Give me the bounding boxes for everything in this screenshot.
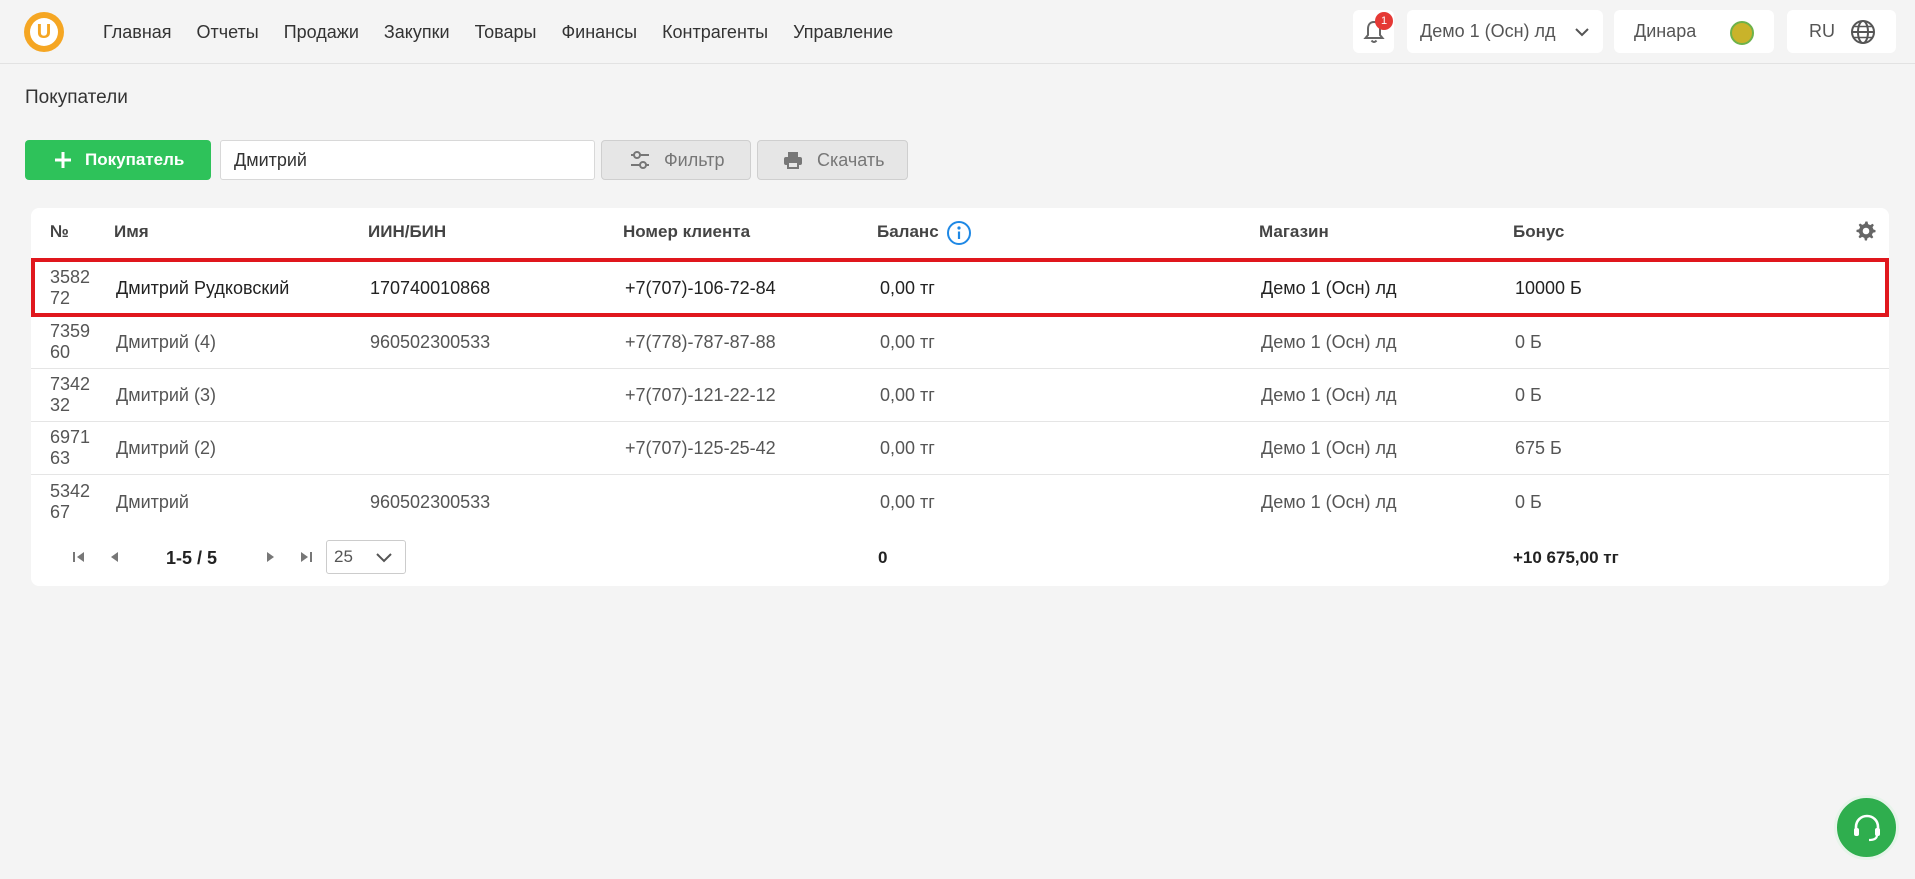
column-header-balance[interactable]: Баланс xyxy=(877,222,939,242)
language-label: RU xyxy=(1809,21,1835,41)
row-id: 534267 xyxy=(50,481,91,522)
row-name: Дмитрий (4) xyxy=(116,332,216,352)
row-bonus: 0 Б xyxy=(1515,492,1542,512)
notifications-button[interactable]: 1 xyxy=(1353,10,1394,53)
row-id: 734232 xyxy=(50,374,91,415)
row-balance: 0,00 тг xyxy=(880,492,935,512)
nav-item-products[interactable]: Товары xyxy=(475,22,537,43)
table-row[interactable] xyxy=(31,369,1889,422)
globe-icon xyxy=(1851,20,1875,44)
row-bonus: 0 Б xyxy=(1515,332,1542,352)
row-bonus: 10000 Б xyxy=(1515,278,1582,298)
filter-button[interactable]: Фильтр xyxy=(601,140,751,180)
row-balance: 0,00 тг xyxy=(880,385,935,405)
top-header: U Главная Отчеты Продажи Закупки Товары … xyxy=(0,0,1915,64)
store-selector-value: Демо 1 (Осн) лд xyxy=(1420,21,1556,41)
row-name: Дмитрий Рудковский xyxy=(116,278,290,298)
search-input[interactable] xyxy=(220,140,595,180)
printer-icon xyxy=(784,152,802,169)
row-name: Дмитрий (3) xyxy=(116,385,216,405)
add-customer-label: Покупатель xyxy=(85,150,185,169)
row-balance: 0,00 тг xyxy=(880,278,935,298)
row-id: 697163 xyxy=(50,427,91,468)
logo-letter: U xyxy=(30,18,58,46)
first-page-icon[interactable] xyxy=(71,549,87,565)
row-iin: 170740010868 xyxy=(370,278,491,298)
next-page-icon[interactable] xyxy=(262,549,278,565)
column-header-bonus[interactable]: Бонус xyxy=(1513,222,1564,242)
nav-item-contractors[interactable]: Контрагенты xyxy=(662,22,768,43)
total-balance: 0 xyxy=(878,548,888,567)
main-nav: Главная Отчеты Продажи Закупки Товары Фи… xyxy=(103,0,893,64)
column-header-number[interactable]: № xyxy=(50,222,69,242)
page-size-select[interactable]: 25 xyxy=(326,540,406,574)
filter-label: Фильтр xyxy=(664,149,725,170)
avatar xyxy=(1730,21,1754,45)
row-balance: 0,00 тг xyxy=(880,438,935,458)
notification-count-badge: 1 xyxy=(1375,12,1393,30)
download-button[interactable]: Скачать xyxy=(757,140,908,180)
user-menu[interactable]: Динара xyxy=(1614,10,1774,53)
nav-item-home[interactable]: Главная xyxy=(103,22,172,43)
row-store: Демо 1 (Осн) лд xyxy=(1261,438,1397,458)
plus-icon xyxy=(55,152,71,168)
nav-item-sales[interactable]: Продажи xyxy=(284,22,359,43)
nav-item-purchases[interactable]: Закупки xyxy=(384,22,450,43)
last-page-icon[interactable] xyxy=(298,549,314,565)
sliders-icon xyxy=(631,151,649,169)
table-row[interactable] xyxy=(31,422,1889,475)
row-store: Демо 1 (Осн) лд xyxy=(1261,492,1397,512)
chevron-down-icon xyxy=(1575,28,1589,37)
store-selector[interactable]: Демо 1 (Осн) лд xyxy=(1407,10,1603,53)
row-id: 735960 xyxy=(50,321,91,362)
column-header-name[interactable]: Имя xyxy=(114,222,149,242)
page-title: Покупатели xyxy=(25,87,128,108)
row-name: Дмитрий (2) xyxy=(116,438,216,458)
chevron-down-icon xyxy=(376,553,392,563)
row-iin: 960502300533 xyxy=(370,492,491,512)
total-bonus: +10 675,00 тг xyxy=(1513,548,1619,567)
column-header-phone[interactable]: Номер клиента xyxy=(623,222,750,242)
row-phone: +7(778)-787-87-88 xyxy=(625,332,776,352)
app-logo[interactable]: U xyxy=(24,12,64,52)
row-phone: +7(707)-121-22-12 xyxy=(625,385,776,405)
nav-item-reports[interactable]: Отчеты xyxy=(197,22,259,43)
pagination-range: 1-5 / 5 xyxy=(166,548,218,568)
download-label: Скачать xyxy=(817,149,885,170)
row-id: 358272 xyxy=(50,267,91,308)
headset-icon xyxy=(1853,814,1880,841)
row-store: Демо 1 (Осн) лд xyxy=(1261,332,1397,352)
row-phone: +7(707)-125-25-42 xyxy=(625,438,776,458)
column-header-iin[interactable]: ИИН/БИН xyxy=(368,222,446,242)
info-icon[interactable] xyxy=(946,220,972,246)
page-size-value: 25 xyxy=(334,547,353,566)
support-chat-button[interactable] xyxy=(1834,795,1899,860)
user-name: Динара xyxy=(1634,21,1697,41)
row-phone: +7(707)-106-72-84 xyxy=(625,278,776,298)
row-iin: 960502300533 xyxy=(370,332,491,352)
column-header-store[interactable]: Магазин xyxy=(1259,222,1329,242)
row-bonus: 0 Б xyxy=(1515,385,1542,405)
nav-item-management[interactable]: Управление xyxy=(793,22,893,43)
row-store: Демо 1 (Осн) лд xyxy=(1261,385,1397,405)
row-balance: 0,00 тг xyxy=(880,332,935,352)
language-selector[interactable]: RU xyxy=(1787,10,1896,53)
table-row[interactable] xyxy=(31,317,1889,369)
row-store: Демо 1 (Осн) лд xyxy=(1261,278,1397,298)
previous-page-icon[interactable] xyxy=(107,549,123,565)
add-customer-button[interactable]: Покупатель xyxy=(25,140,211,180)
table-row-selected[interactable] xyxy=(31,258,1889,317)
nav-item-finance[interactable]: Финансы xyxy=(561,22,637,43)
row-name: Дмитрий xyxy=(116,492,189,512)
table-row[interactable] xyxy=(31,475,1889,528)
row-bonus: 675 Б xyxy=(1515,438,1562,458)
gear-icon[interactable] xyxy=(1856,221,1876,241)
